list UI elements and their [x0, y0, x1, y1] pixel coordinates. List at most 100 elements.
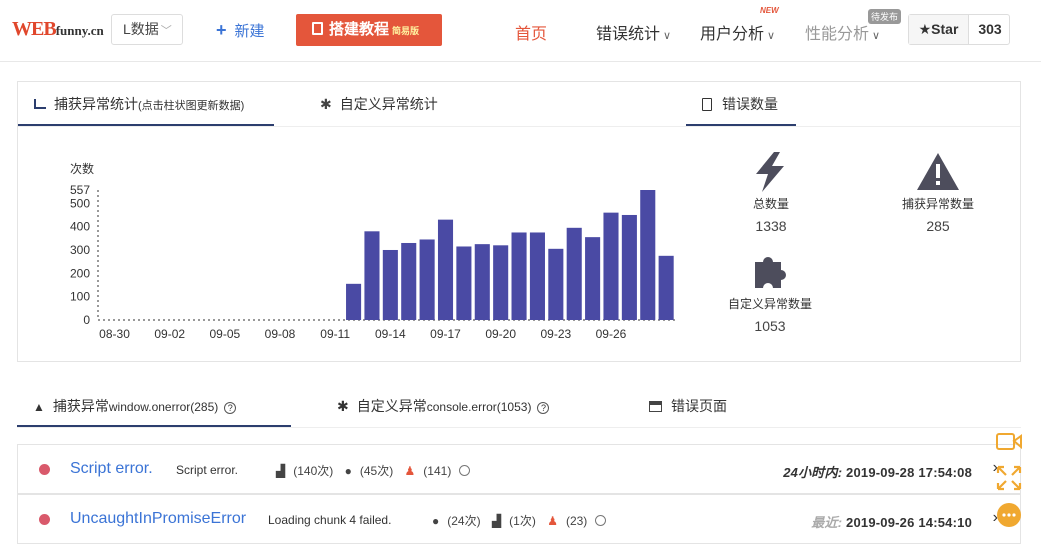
bar[interactable]: [346, 283, 362, 320]
error-bar-chart[interactable]: 次数 0 100 200 300 400 500 557 08-30 09-02 09-05 09-0…: [48, 154, 688, 359]
tab-custom-errors-label: 自定义异常: [356, 398, 427, 414]
logo-sub: funny.cn: [55, 23, 104, 38]
apple-icon: ●: [344, 464, 352, 478]
logo[interactable]: WEBfunny.cn: [12, 18, 104, 41]
time-label: 24小时内:: [783, 465, 843, 480]
tab-divider: [18, 126, 1020, 127]
tab-caught-stats[interactable]: 捕获异常统计(点击柱状图更新数据): [18, 82, 274, 126]
apple-icon: ●: [432, 514, 440, 528]
tab-custom-errors-en: console.error: [426, 400, 497, 414]
bar[interactable]: [419, 239, 435, 320]
tab-error-count[interactable]: 错误数量: [686, 82, 796, 126]
star-count[interactable]: 303: [970, 15, 1010, 44]
error-message: Script error.: [176, 463, 239, 477]
time-value: 2019-09-26 14:54:10: [846, 515, 972, 530]
tab-custom-errors[interactable]: ✱ 自定义异常console.error(1053)?: [337, 390, 550, 427]
tab-custom-errors-count: (1053): [496, 400, 532, 414]
bar[interactable]: [621, 214, 637, 320]
user-count: (141): [423, 464, 452, 478]
tutorial-badge: 简易版: [392, 26, 420, 36]
error-row[interactable]: Script error. Script error. ▟ (140次) ● (45…: [17, 444, 1021, 494]
status-dot: [39, 514, 50, 525]
nav-home[interactable]: 首页: [515, 20, 547, 44]
bar[interactable]: [382, 249, 398, 320]
bar[interactable]: [493, 245, 509, 320]
nav-performance-label: 性能分析: [805, 26, 870, 43]
help-icon[interactable]: ?: [224, 402, 237, 414]
bar[interactable]: [585, 237, 601, 320]
error-name[interactable]: Script error.: [70, 460, 153, 478]
y-max-label: 557: [70, 183, 90, 197]
chevron-down-icon: ∨: [767, 30, 776, 42]
bar[interactable]: [474, 244, 490, 320]
bar[interactable]: [401, 242, 417, 320]
y-tick-label: 0: [83, 313, 90, 327]
bar[interactable]: [364, 231, 380, 320]
error-stats: ● (24次) ▟ (1次) ♟ (23): [432, 512, 614, 529]
top-bar: WEBfunny.cn L数据 ﹀ + 新建 搭建教程 简易版 首页 错误统计 ∨ 用户…: [0, 0, 1041, 62]
tab-caught-stats-label: 捕获异常统计: [54, 96, 138, 112]
bar[interactable]: [511, 232, 527, 320]
stat-custom: 自定义异常数量 1053: [718, 252, 822, 334]
error-list-tabs: ▲ 捕获异常window.onerror(285)? ✱ 自定义异常console.…: [17, 390, 1021, 428]
bar[interactable]: [548, 248, 564, 320]
side-toolbar: [996, 432, 1022, 533]
tab-error-count-label: 错误数量: [722, 96, 778, 112]
tab-caught-errors[interactable]: ▲ 捕获异常window.onerror(285)?: [17, 390, 291, 427]
android-count: (1次): [509, 514, 536, 528]
project-select-value: L数据: [123, 21, 159, 37]
x-tick-label: 09-26: [596, 327, 627, 341]
expand-icon[interactable]: [996, 465, 1022, 491]
bar[interactable]: [437, 219, 454, 320]
tutorial-label: 搭建教程: [329, 21, 390, 38]
status-dot: [39, 464, 50, 475]
tab-error-pages[interactable]: 错误页面: [649, 390, 727, 427]
bar[interactable]: [456, 246, 472, 320]
bar[interactable]: [529, 232, 545, 320]
tab-caught-errors-count: (285): [190, 400, 219, 414]
coming-soon-tag: 待发布: [868, 9, 902, 24]
y-tick-label: 100: [70, 290, 90, 304]
error-message: Loading chunk 4 failed.: [268, 513, 392, 527]
nav-error-stats-label: 错误统计: [596, 26, 661, 43]
bar[interactable]: [640, 190, 656, 320]
tab-custom-stats[interactable]: ✱ 自定义异常统计: [320, 82, 438, 126]
chat-icon[interactable]: [996, 502, 1022, 528]
more-icon[interactable]: [595, 515, 607, 526]
error-row[interactable]: UncaughtInPromiseError Loading chunk 4 f…: [17, 494, 1021, 544]
error-name[interactable]: UncaughtInPromiseError: [70, 510, 246, 528]
chart-svg[interactable]: 次数 0 100 200 300 400 500557 08-30 09-02 09-05 09-0…: [48, 154, 688, 354]
bar[interactable]: [603, 212, 619, 320]
bar[interactable]: [566, 227, 582, 320]
more-icon[interactable]: [459, 465, 471, 476]
bar[interactable]: [658, 255, 674, 320]
y-tick-label: 400: [70, 220, 90, 234]
nav-home-label: 首页: [515, 26, 548, 43]
logo-main: WEB: [12, 18, 57, 40]
x-tick-label: 09-14: [375, 327, 406, 341]
project-select[interactable]: L数据 ﹀: [111, 14, 183, 45]
puzzle-icon: [755, 257, 787, 288]
tutorial-button[interactable]: 搭建教程 简易版: [296, 14, 442, 46]
new-button[interactable]: + 新建: [216, 20, 265, 41]
github-star-button[interactable]: ★Star 303: [908, 14, 1010, 45]
android-count: (140次): [293, 464, 334, 478]
video-icon[interactable]: [996, 432, 1022, 452]
star-label: Star: [931, 21, 959, 37]
lightning-icon: [756, 152, 784, 192]
star-label-box[interactable]: ★Star: [909, 15, 969, 44]
tab-caught-hint: (点击柱状图更新数据): [138, 100, 245, 112]
x-tick-label: 09-02: [154, 327, 185, 341]
chevron-down-icon: ∨: [663, 30, 672, 42]
x-tick-label: 09-20: [485, 327, 516, 341]
nav-error-stats[interactable]: 错误统计 ∨: [596, 20, 671, 44]
time-value: 2019-09-28 17:54:08: [846, 465, 972, 480]
warning-icon: ▲: [33, 400, 45, 414]
help-icon[interactable]: ?: [537, 402, 550, 414]
nav-user-analysis[interactable]: 用户分析 ∨: [700, 20, 775, 44]
stat-caught-label: 捕获异常数量: [901, 197, 974, 211]
window-icon: [649, 401, 662, 412]
plus-icon: +: [216, 20, 227, 40]
puzzle-icon: ✱: [320, 96, 332, 112]
new-button-label: 新建: [234, 23, 265, 40]
